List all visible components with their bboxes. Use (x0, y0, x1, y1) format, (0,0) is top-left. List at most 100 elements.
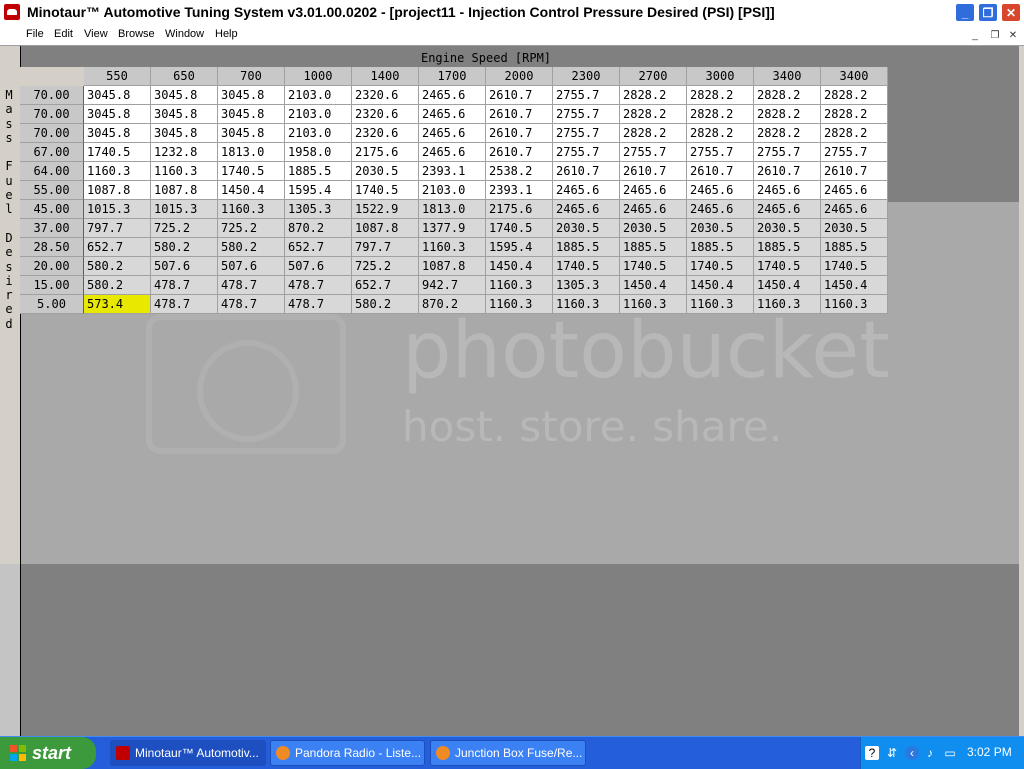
table-cell[interactable]: 1813.0 (419, 200, 486, 219)
table-cell[interactable]: 478.7 (285, 276, 352, 295)
table-cell[interactable]: 797.7 (352, 238, 419, 257)
column-header[interactable]: 550 (84, 67, 151, 86)
table-cell[interactable]: 1160.3 (84, 162, 151, 181)
table-cell[interactable]: 725.2 (218, 219, 285, 238)
table-cell[interactable]: 2465.6 (553, 181, 620, 200)
column-header[interactable]: 1700 (419, 67, 486, 86)
table-cell[interactable]: 2610.7 (754, 162, 821, 181)
table-cell[interactable]: 2103.0 (285, 86, 352, 105)
table-cell[interactable]: 1740.5 (84, 143, 151, 162)
table-cell[interactable]: 580.2 (84, 276, 151, 295)
table-cell[interactable]: 2320.6 (352, 105, 419, 124)
table-cell[interactable]: 2828.2 (821, 86, 888, 105)
table-cell[interactable]: 1885.5 (285, 162, 352, 181)
menu-edit[interactable]: Edit (54, 28, 73, 40)
table-cell[interactable]: 3045.8 (218, 124, 285, 143)
table-cell[interactable]: 2320.6 (352, 86, 419, 105)
table-cell[interactable]: 1160.3 (486, 295, 553, 314)
table-cell[interactable]: 1160.3 (620, 295, 687, 314)
table-cell[interactable]: 2465.6 (620, 181, 687, 200)
table-cell[interactable]: 2610.7 (486, 143, 553, 162)
start-button[interactable]: start (0, 737, 96, 769)
restore-button[interactable]: ❐ (978, 3, 998, 22)
table-cell[interactable]: 2465.6 (419, 105, 486, 124)
row-header[interactable]: 70.00 (20, 86, 84, 105)
chevron-icon[interactable]: ‹ (905, 746, 919, 760)
table-cell[interactable]: 2610.7 (553, 162, 620, 181)
table-cell[interactable]: 2465.6 (419, 124, 486, 143)
table-cell[interactable]: 2030.5 (553, 219, 620, 238)
row-header[interactable]: 64.00 (20, 162, 84, 181)
column-header[interactable]: 3000 (687, 67, 754, 86)
table-cell[interactable]: 2465.6 (553, 200, 620, 219)
column-header[interactable]: 1000 (285, 67, 352, 86)
table-cell[interactable]: 1885.5 (620, 238, 687, 257)
task-minotaur[interactable]: Minotaur™ Automotiv... (110, 740, 266, 766)
table-cell[interactable]: 2538.2 (486, 162, 553, 181)
table-cell[interactable]: 1015.3 (84, 200, 151, 219)
table-cell[interactable]: 1450.4 (218, 181, 285, 200)
table-cell[interactable]: 2755.7 (821, 143, 888, 162)
table-cell[interactable]: 2755.7 (754, 143, 821, 162)
table-cell[interactable]: 2828.2 (821, 105, 888, 124)
table-cell[interactable]: 580.2 (218, 238, 285, 257)
table-cell[interactable]: 580.2 (151, 238, 218, 257)
row-header[interactable]: 28.50 (20, 238, 84, 257)
table-cell[interactable]: 2610.7 (821, 162, 888, 181)
row-header[interactable]: 37.00 (20, 219, 84, 238)
table-cell[interactable]: 2828.2 (687, 105, 754, 124)
table-cell[interactable]: 3045.8 (151, 105, 218, 124)
monitor-icon[interactable]: ▭ (943, 746, 957, 760)
table-cell[interactable]: 2175.6 (352, 143, 419, 162)
table-cell[interactable]: 2755.7 (687, 143, 754, 162)
row-header[interactable]: 15.00 (20, 276, 84, 295)
minimize-button[interactable]: _ (955, 3, 975, 22)
table-cell[interactable]: 1595.4 (285, 181, 352, 200)
table-cell[interactable]: 1160.3 (151, 162, 218, 181)
table-cell[interactable]: 2465.6 (419, 86, 486, 105)
menu-browse[interactable]: Browse (118, 28, 155, 40)
menu-file[interactable]: File (26, 28, 44, 40)
table-cell[interactable]: 1160.3 (486, 276, 553, 295)
table-cell[interactable]: 507.6 (285, 257, 352, 276)
table-cell[interactable]: 1087.8 (151, 181, 218, 200)
mdi-minimize-button[interactable]: _ (968, 29, 982, 42)
table-cell[interactable]: 1232.8 (151, 143, 218, 162)
table-cell[interactable]: 1595.4 (486, 238, 553, 257)
table-cell[interactable]: 2755.7 (553, 143, 620, 162)
table-cell[interactable]: 1160.3 (553, 295, 620, 314)
row-header[interactable]: 70.00 (20, 105, 84, 124)
table-cell[interactable]: 2610.7 (486, 105, 553, 124)
table-cell[interactable]: 1450.4 (620, 276, 687, 295)
table-cell[interactable]: 1740.5 (352, 181, 419, 200)
table-cell[interactable]: 2755.7 (553, 86, 620, 105)
menu-view[interactable]: View (84, 28, 108, 40)
table-cell[interactable]: 2755.7 (553, 105, 620, 124)
table-cell[interactable]: 2755.7 (553, 124, 620, 143)
table-cell[interactable]: 1450.4 (754, 276, 821, 295)
table-cell[interactable]: 1958.0 (285, 143, 352, 162)
network-icon[interactable]: ⇵ (885, 746, 899, 760)
table-cell[interactable]: 478.7 (151, 295, 218, 314)
table-cell[interactable]: 478.7 (285, 295, 352, 314)
table-cell[interactable]: 2465.6 (754, 181, 821, 200)
column-header[interactable]: 3400 (754, 67, 821, 86)
table-cell[interactable]: 1305.3 (553, 276, 620, 295)
table-cell[interactable]: 2175.6 (486, 200, 553, 219)
task-junction-box[interactable]: Junction Box Fuse/Re... (430, 740, 586, 766)
table-cell[interactable]: 652.7 (84, 238, 151, 257)
table-cell[interactable]: 2320.6 (352, 124, 419, 143)
table-cell[interactable]: 1885.5 (687, 238, 754, 257)
table-cell[interactable]: 3045.8 (84, 105, 151, 124)
table-cell[interactable]: 1160.3 (821, 295, 888, 314)
table-cell[interactable]: 652.7 (352, 276, 419, 295)
table-cell[interactable]: 1160.3 (218, 200, 285, 219)
table-cell[interactable]: 2610.7 (486, 124, 553, 143)
close-button[interactable]: ✕ (1001, 3, 1021, 22)
table-cell[interactable]: 478.7 (151, 276, 218, 295)
table-cell[interactable]: 1740.5 (218, 162, 285, 181)
table-cell[interactable]: 1450.4 (687, 276, 754, 295)
row-header[interactable]: 70.00 (20, 124, 84, 143)
table-cell[interactable]: 2393.1 (419, 162, 486, 181)
table-cell[interactable]: 478.7 (218, 295, 285, 314)
